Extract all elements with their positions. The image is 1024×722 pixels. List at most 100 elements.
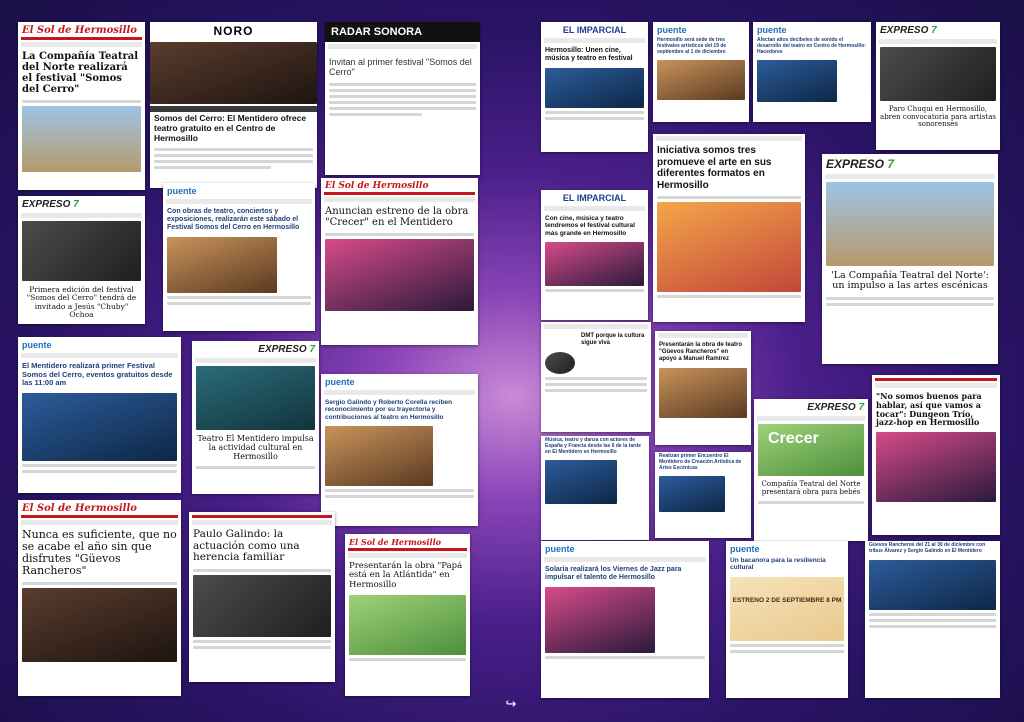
nav-bar	[166, 199, 312, 204]
sol-de-hermosillo-logo: El Sol de Hermosillo	[325, 181, 429, 191]
puente-logo: puente	[730, 544, 760, 554]
headline: Sergio Galindo y Roberto Corella reciben…	[325, 399, 453, 421]
text-line	[730, 649, 844, 653]
nav-bar	[21, 515, 178, 518]
article-photo	[545, 587, 655, 654]
headline: Con obras de teatro, conciertos y exposi…	[167, 208, 300, 232]
text-line	[329, 112, 422, 116]
article-photo	[349, 595, 466, 656]
article-photo	[325, 239, 474, 311]
article-card-puente-encuentro[interactable]: Realizan primer Encuentro El Mentidero d…	[655, 452, 751, 538]
article-photo	[325, 426, 433, 487]
article-card-imparcial-festival[interactable]: EL IMPARCIAL Con cine, música y teatro t…	[541, 190, 648, 320]
headline: Solaria realizará los Viernes de Jazz pa…	[545, 566, 682, 582]
expreso-logo: EXPRESO 7	[22, 199, 79, 210]
text-line	[545, 289, 644, 293]
text-line	[329, 106, 476, 110]
article-card-sol-crecer[interactable]: El Sol de Hermosillo Anuncian estreno de…	[321, 178, 478, 345]
article-card-sol-papa[interactable]: El Sol de Hermosillo Presentarán la obra…	[345, 534, 470, 696]
article-card-expreso-paro-chuqui[interactable]: EXPRESO 7 Paro Chuqui en Hermosillo, abr…	[876, 22, 1000, 150]
article-card-guevos-apoyo[interactable]: Presentarán la obra de teatro "Güevos Ra…	[655, 331, 751, 445]
text-line	[196, 466, 315, 470]
puente-logo: puente	[657, 25, 687, 35]
article-card-expreso-compania[interactable]: EXPRESO 7 'La Compañía Teatral del Norte…	[822, 154, 998, 364]
article-card-puente-musica-teatro[interactable]: Música, teatro y danza con actores de Es…	[541, 436, 649, 540]
text-line	[545, 388, 647, 392]
text-line	[154, 148, 313, 152]
sol-de-hermosillo-logo: El Sol de Hermosillo	[349, 537, 441, 547]
text-line	[193, 645, 331, 649]
nav-bar	[544, 324, 648, 329]
article-card-puente-guevos-diciembre[interactable]: Güevos Rancheros del 21 al 30 de diciemb…	[865, 541, 1000, 698]
headline: Paulo Galindo: la actuación como una her…	[193, 528, 300, 564]
puente-logo: puente	[22, 340, 52, 350]
article-card-expreso-bebes[interactable]: EXPRESO 7 Crecer Compañía Teatral del No…	[754, 399, 868, 541]
text-line	[22, 463, 177, 467]
article-card-noro[interactable]: NORO Somos del Cerro: El Mentidero ofrec…	[150, 22, 317, 188]
headline: Anuncian estreno de la obra "Crecer" en …	[325, 206, 469, 228]
headline: Un bacanora para la resiliencia cultural	[730, 557, 826, 572]
expreso-logo: EXPRESO 7	[880, 25, 937, 36]
article-photo	[167, 237, 277, 294]
text-line	[325, 233, 474, 236]
headline: Iniciativa somos tres promueve el arte e…	[657, 145, 772, 191]
expreso-logo: EXPRESO 7	[258, 344, 315, 355]
article-card-puente-bacanora[interactable]: puente Un bacanora para la resiliencia c…	[726, 541, 848, 698]
text-line	[22, 100, 141, 103]
text-line	[193, 568, 331, 572]
article-card-dmt[interactable]: DMT porque la cultura sigue viva	[541, 322, 651, 432]
article-photo	[22, 106, 141, 172]
text-line	[545, 656, 705, 660]
article-photo	[22, 588, 177, 663]
text-line	[545, 117, 644, 121]
article-card-puente-reconocimiento[interactable]: puente Sergio Galindo y Roberto Corella …	[321, 374, 478, 526]
nav-bar	[324, 197, 475, 202]
text-line	[730, 643, 844, 647]
text-line	[758, 501, 864, 505]
nav-bar	[324, 390, 475, 395]
text-line	[325, 489, 474, 493]
article-card-imparcial-unen[interactable]: EL IMPARCIAL Hermosillo: Unen cine, músi…	[541, 22, 648, 152]
article-card-expreso-teatro[interactable]: EXPRESO 7 Teatro El Mentidero impulsa la…	[192, 341, 319, 494]
article-card-sol-somos-del-cerro[interactable]: El Sol de Hermosillo La Compañía Teatral…	[18, 22, 145, 190]
nav-bar	[328, 44, 477, 49]
headline: 'La Compañía Teatral del Norte': un impu…	[831, 270, 989, 292]
text-line	[545, 111, 644, 115]
text-line	[826, 296, 994, 300]
nav-bar	[21, 42, 142, 47]
nav-bar	[875, 378, 997, 381]
article-photo	[545, 68, 644, 109]
article-card-radar-sonora[interactable]: RADAR SONORA Invitan al primer festival …	[325, 22, 480, 175]
text-line	[154, 154, 313, 158]
nav-bar	[825, 174, 995, 179]
article-photo	[880, 47, 996, 101]
article-card-puente-mentidero[interactable]: puente El Mentidero realizará primer Fes…	[18, 337, 181, 493]
text-line	[154, 160, 313, 164]
text-line	[329, 94, 476, 98]
article-card-expreso-primera-edicion[interactable]: EXPRESO 7 Primera edición del festival "…	[18, 196, 145, 324]
article-card-puente-solaria[interactable]: puente Solaria realizará los Viernes de …	[541, 541, 709, 698]
headline: DMT porque la cultura sigue viva	[581, 333, 645, 346]
headline: Teatro El Mentidero impulsa la actividad…	[197, 434, 314, 461]
headline: Paro Chuqui en Hermosillo, abren convoca…	[880, 105, 996, 129]
headline: Realizan primer Encuentro El Mentidero d…	[659, 453, 742, 471]
article-card-sol-guevos[interactable]: El Sol de Hermosillo Nunca es suficiente…	[18, 500, 181, 696]
article-card-iniciativa-somos-tres[interactable]: Iniciativa somos tres promueve el arte e…	[653, 134, 805, 322]
article-photo	[826, 182, 994, 266]
headline: El Mentidero realizará primer Festival S…	[22, 361, 173, 388]
article-card-puente-decibeles[interactable]: puente Afectan altos decibeles de sonido…	[753, 22, 871, 122]
article-card-paulo-galindo[interactable]: Paulo Galindo: la actuación como una her…	[189, 512, 335, 682]
nav-bar	[324, 192, 475, 195]
headline: Somos del Cerro: El Mentidero ofrece tea…	[154, 113, 307, 143]
article-photo	[657, 202, 801, 292]
refresh-arrows-icon[interactable]: ↪	[504, 697, 518, 711]
article-card-puente-tres-festivales[interactable]: puente Hermosillo será sede de tres fest…	[653, 22, 749, 122]
headline: Hermosillo será sede de tres festivales …	[657, 37, 727, 55]
article-photo	[545, 460, 617, 505]
article-card-sol-dungeon-trio[interactable]: "No somos buenos para hablar, así que va…	[872, 375, 1000, 535]
headline: Primera edición del festival "Somos del …	[26, 285, 137, 319]
nav-bar	[875, 383, 997, 388]
article-card-puente-festival[interactable]: puente Con obras de teatro, conciertos y…	[163, 183, 315, 331]
headline: Con cine, música y teatro tendremos el f…	[545, 215, 635, 237]
article-photo	[22, 392, 177, 461]
